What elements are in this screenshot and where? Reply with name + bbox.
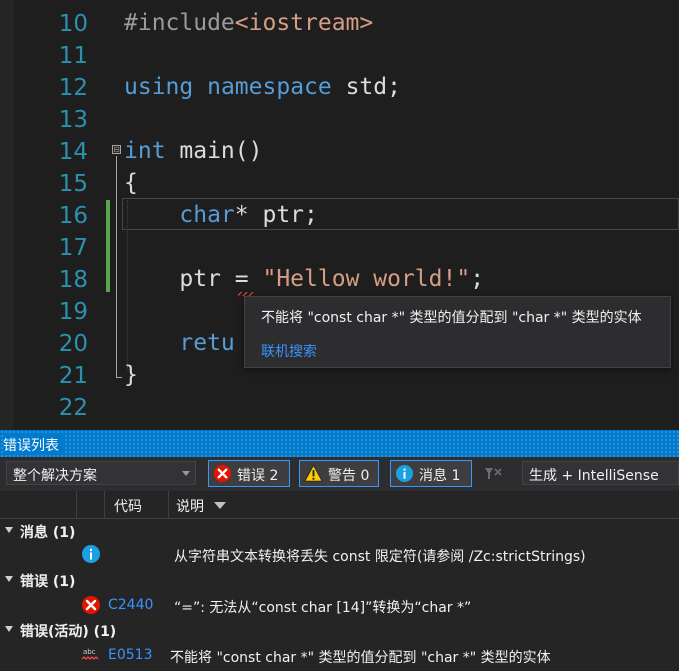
column-divider[interactable]	[104, 491, 105, 519]
item-description: 从字符串文本转换将丢失 const 限定符(请参阅 /Zc:strictStri…	[174, 549, 586, 565]
line-code[interactable]: retu	[124, 330, 235, 356]
code-line[interactable]: 11	[0, 38, 679, 70]
line-number: 19	[58, 299, 88, 325]
preprocessor-directive: #include	[124, 10, 235, 36]
intellisense-squiggle-icon: abc	[81, 648, 99, 660]
column-header-description[interactable]: 说明	[176, 496, 204, 516]
line-number: 18	[58, 267, 88, 293]
list-item[interactable]: 从字符串文本转换将丢失 const 限定符(请参阅 /Zc:strictStri…	[0, 541, 679, 567]
code-line[interactable]: 16 char* ptr;	[0, 198, 679, 230]
warnings-filter-button[interactable]: 警告 0	[299, 460, 379, 487]
group-label: 错误 (1)	[20, 574, 76, 590]
build-filter-icon[interactable]	[483, 465, 503, 483]
group-header-errors[interactable]: 错误 (1)	[0, 568, 679, 592]
line-number: 13	[58, 107, 88, 133]
errors-filter-button[interactable]: 错误 2	[208, 460, 290, 487]
errors-filter-label: 错误 2	[237, 468, 279, 484]
code-text: * ptr;	[234, 202, 318, 228]
item-code-link[interactable]: C2440	[108, 597, 153, 613]
line-code[interactable]: char* ptr;	[124, 202, 318, 228]
scope-dropdown[interactable]: 整个解决方案	[6, 461, 196, 485]
svg-text:abc: abc	[83, 648, 96, 656]
code-text: std;	[331, 74, 401, 100]
scope-dropdown-label: 整个解决方案	[13, 468, 97, 484]
panel-title-bar[interactable]: 错误列表	[0, 430, 679, 457]
list-item[interactable]: abc E0513 不能将 "const char *" 类型的值分配到 "ch…	[0, 642, 679, 668]
error-list-panel: 错误列表 整个解决方案 错误 2 警告 0 消息 1 生成 + IntelliS…	[0, 430, 679, 671]
line-number: 16	[58, 203, 88, 229]
keyword: char	[179, 202, 235, 228]
line-code[interactable]: #include<iostream>	[124, 11, 373, 35]
line-number: 20	[58, 331, 88, 357]
code-text: ;	[470, 266, 485, 292]
line-number: 17	[58, 235, 88, 261]
error-tooltip: 不能将 "const char *" 类型的值分配到 "char *" 类型的实…	[244, 296, 671, 368]
warning-icon	[304, 464, 323, 482]
error-icon	[213, 464, 232, 483]
line-number: 14	[58, 139, 88, 165]
line-number: 11	[58, 43, 88, 69]
code-line[interactable]: 10 #include<iostream>	[0, 6, 679, 38]
expand-triangle-icon	[5, 576, 13, 582]
group-header-active-errors[interactable]: 错误(活动) (1)	[0, 618, 679, 642]
tooltip-message: 不能将 "const char *" 类型的值分配到 "char *" 类型的实…	[261, 310, 642, 326]
line-code[interactable]: {	[124, 171, 138, 195]
line-number: 22	[58, 395, 88, 421]
code-line[interactable]: 14 int main()	[0, 134, 679, 166]
line-code[interactable]: using namespace std;	[124, 75, 401, 99]
column-divider[interactable]	[76, 491, 77, 519]
code-line[interactable]: 17	[0, 230, 679, 262]
keyword: retu	[179, 330, 235, 356]
code-line[interactable]: 18 ptr = "Hellow world!";	[0, 262, 679, 294]
group-header-messages[interactable]: 消息 (1)	[0, 519, 679, 543]
info-icon	[82, 545, 100, 563]
info-icon	[395, 464, 414, 483]
line-number: 21	[58, 363, 88, 389]
source-dropdown[interactable]: 生成 + IntelliSense	[522, 461, 679, 485]
item-code-link[interactable]: E0513	[108, 647, 152, 663]
code-line[interactable]: 12 using namespace std;	[0, 70, 679, 102]
string-literal: "Hellow world!"	[262, 266, 471, 292]
column-divider[interactable]	[168, 491, 169, 519]
item-description: 不能将 "const char *" 类型的值分配到 "char *" 类型的实…	[170, 650, 551, 666]
panel-title: 错误列表	[3, 435, 65, 455]
chevron-down-icon	[182, 471, 190, 476]
group-label: 错误(活动) (1)	[20, 624, 117, 640]
line-code[interactable]: int main()	[124, 139, 262, 163]
messages-filter-button[interactable]: 消息 1	[390, 460, 472, 487]
code-text: main()	[165, 138, 263, 164]
expand-triangle-icon	[5, 527, 13, 533]
search-online-link[interactable]: 联机搜索	[261, 341, 317, 361]
line-number: 15	[58, 171, 88, 197]
code-line[interactable]: 22	[0, 390, 679, 422]
column-header-code[interactable]: 代码	[114, 496, 142, 516]
warnings-filter-label: 警告 0	[328, 468, 370, 484]
keyword: using	[124, 74, 194, 100]
code-line[interactable]: 13	[0, 102, 679, 134]
line-code[interactable]: }	[124, 363, 138, 387]
include-header: <iostream>	[234, 10, 374, 36]
item-description: “=”: 无法从“const char [14]”转换为“char *”	[174, 600, 472, 616]
expand-triangle-icon	[5, 626, 13, 632]
keyword: namespace	[207, 74, 332, 100]
line-code[interactable]: ptr = "Hellow world!";	[124, 267, 484, 291]
source-dropdown-label: 生成 + IntelliSense	[529, 468, 659, 484]
list-item[interactable]: C2440 “=”: 无法从“const char [14]”转换为“char …	[0, 592, 679, 618]
code-editor[interactable]: ⊟ 10 #include<iostream> 11 12 using name…	[0, 0, 679, 430]
error-list-toolbar: 整个解决方案 错误 2 警告 0 消息 1 生成 + IntelliSense	[0, 457, 679, 491]
line-number: 12	[58, 75, 88, 101]
sort-descending-icon[interactable]	[214, 502, 226, 509]
error-icon	[82, 596, 100, 614]
messages-filter-label: 消息 1	[419, 468, 461, 484]
line-number: 10	[58, 11, 88, 37]
code-text: ptr =	[179, 266, 263, 292]
code-line[interactable]: 15 {	[0, 166, 679, 198]
column-header-row: 代码 说明	[0, 491, 679, 519]
keyword: int	[124, 138, 166, 164]
group-label: 消息 (1)	[20, 525, 76, 541]
